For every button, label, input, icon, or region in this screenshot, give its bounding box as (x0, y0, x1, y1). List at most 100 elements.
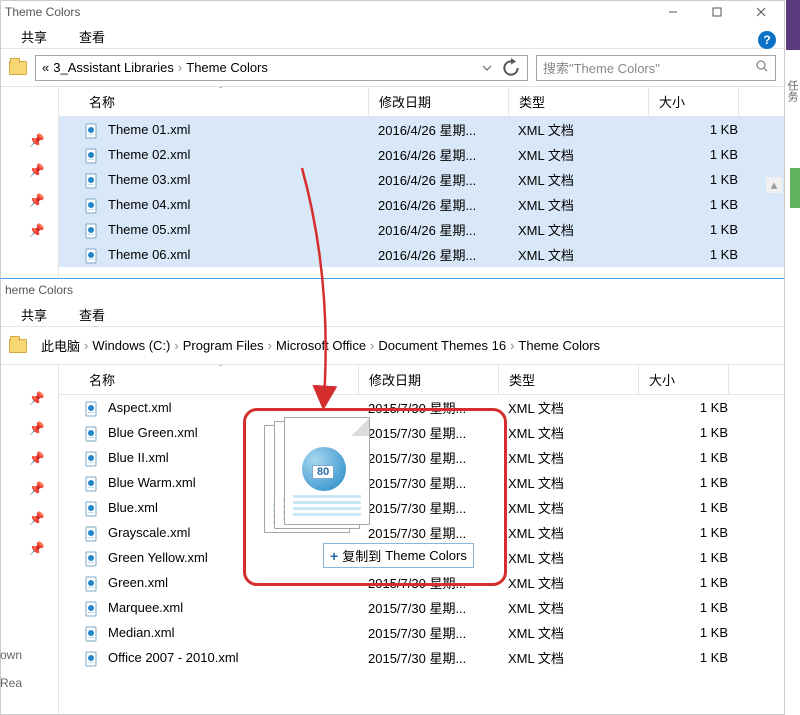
file-size: 1 KB (658, 172, 748, 187)
column-name[interactable]: 名称ˆ (59, 87, 369, 116)
chevron-right-icon[interactable]: › (370, 338, 374, 353)
file-type: XML 文档 (508, 448, 648, 467)
chevron-right-icon[interactable]: › (84, 338, 88, 353)
xml-file-icon (84, 601, 100, 615)
address-toolbar: 此电脑 › Windows (C:) › Program Files › Microsoft… (1, 327, 784, 365)
chevron-right-icon[interactable]: › (510, 338, 514, 353)
help-icon[interactable]: ? (758, 31, 776, 49)
maximize-button[interactable] (698, 2, 736, 22)
chevron-right-icon[interactable]: › (174, 338, 178, 353)
breadcrumb-path[interactable]: 此电脑 › Windows (C:) › Program Files › Microsoft… (35, 333, 776, 359)
column-size[interactable]: 大小 (639, 365, 729, 394)
file-type: XML 文档 (508, 648, 648, 667)
file-row[interactable]: Blue Green.xml2015/7/30 星期...XML 文档1 KB (59, 420, 784, 445)
folder-icon[interactable] (9, 61, 27, 75)
file-name: Aspect.xml (108, 400, 368, 415)
column-type[interactable]: 类型 (509, 87, 649, 116)
scroll-up-icon[interactable]: ▴ (766, 177, 782, 193)
chevron-right-icon[interactable]: › (178, 60, 182, 75)
file-size: 1 KB (648, 625, 738, 640)
refresh-icon[interactable] (501, 58, 521, 78)
file-date: 2016/4/26 星期... (378, 120, 518, 139)
file-row[interactable]: Theme 03.xml2016/4/26 星期...XML 文档1 KB (59, 167, 784, 192)
xml-file-icon (84, 576, 100, 590)
file-row[interactable]: Theme 06.xml2016/4/26 星期...XML 文档1 KB (59, 242, 784, 267)
file-type: XML 文档 (508, 573, 648, 592)
history-dropdown-icon[interactable] (477, 58, 497, 78)
file-size: 1 KB (648, 450, 738, 465)
file-name: Blue.xml (108, 500, 368, 515)
file-name: Theme 04.xml (108, 197, 378, 212)
breadcrumb[interactable]: Microsoft Office (276, 338, 366, 353)
breadcrumb[interactable]: Windows (C:) (92, 338, 170, 353)
close-button[interactable] (742, 2, 780, 22)
xml-file-icon (84, 426, 100, 440)
file-date: 2016/4/26 星期... (378, 195, 518, 214)
pin-icon: 📌 (29, 133, 45, 149)
file-row[interactable]: Blue II.xml2015/7/30 星期...XML 文档1 KB (59, 445, 784, 470)
file-row[interactable]: Theme 02.xml2016/4/26 星期...XML 文档1 KB (59, 142, 784, 167)
address-bar[interactable]: « 3_Assistant Libraries › Theme Colors (35, 55, 528, 81)
breadcrumb[interactable]: Document Themes 16 (378, 338, 506, 353)
xml-file-icon (84, 526, 100, 540)
file-row[interactable]: Grayscale.xml2015/7/30 星期...XML 文档1 KB (59, 520, 784, 545)
file-name: Green.xml (108, 575, 368, 590)
column-date[interactable]: 修改日期 (359, 365, 499, 394)
tab-view[interactable]: 查看 (73, 303, 111, 326)
column-name[interactable]: 名称ˆ (59, 365, 359, 394)
right-green-strip (790, 168, 800, 208)
file-type: XML 文档 (508, 523, 648, 542)
file-date: 2016/4/26 星期... (378, 245, 518, 264)
search-icon[interactable] (755, 59, 769, 76)
file-row[interactable]: Green Yellow.xml2015/7/30 星期...XML 文档1 K… (59, 545, 784, 570)
file-date: 2015/7/30 星期... (368, 623, 508, 642)
xml-file-icon (84, 551, 100, 565)
file-row[interactable]: Theme 05.xml2016/4/26 星期...XML 文档1 KB (59, 217, 784, 242)
breadcrumb[interactable]: Theme Colors (186, 60, 268, 75)
column-type[interactable]: 类型 (499, 365, 639, 394)
window-title: Theme Colors (5, 5, 80, 19)
column-size[interactable]: 大小 (649, 87, 739, 116)
column-headers: 名称ˆ 修改日期 类型 大小 (59, 87, 784, 117)
file-type: XML 文档 (518, 220, 658, 239)
file-date: 2015/7/30 星期... (368, 423, 508, 442)
file-list: 名称ˆ 修改日期 类型 大小 Aspect.xml2015/7/30 星期...… (59, 365, 784, 714)
minimize-button[interactable] (654, 2, 692, 22)
file-row[interactable]: Office 2007 - 2010.xml2015/7/30 星期...XML… (59, 645, 784, 670)
folder-icon[interactable] (9, 339, 27, 353)
quick-access-sidebar: 📌 📌 📌 📌 (1, 87, 59, 280)
breadcrumb[interactable]: 此电脑 (41, 336, 80, 355)
pin-icon: 📌 (29, 451, 45, 467)
file-date: 2015/7/30 星期... (368, 648, 508, 667)
explorer-window-1: Theme Colors 共享 查看 ? « 3_Assistant Libra… (0, 0, 785, 280)
file-name: Theme 02.xml (108, 147, 378, 162)
breadcrumb[interactable]: 3_Assistant Libraries (53, 60, 174, 75)
tab-view[interactable]: 查看 (73, 25, 111, 48)
file-size: 1 KB (648, 525, 738, 540)
chevron-right-icon[interactable]: › (268, 338, 272, 353)
title-bar[interactable]: heme Colors (1, 279, 784, 301)
file-size: 1 KB (648, 400, 738, 415)
file-row[interactable]: Theme 04.xml2016/4/26 星期...XML 文档1 KB (59, 192, 784, 217)
file-row[interactable]: Marquee.xml2015/7/30 星期...XML 文档1 KB (59, 595, 784, 620)
file-date: 2015/7/30 星期... (368, 448, 508, 467)
tab-share[interactable]: 共享 (15, 303, 53, 326)
right-app-strip (786, 0, 800, 50)
pin-icon: 📌 (29, 541, 45, 557)
file-row[interactable]: Aspect.xml2015/7/30 星期...XML 文档1 KB (59, 395, 784, 420)
breadcrumb[interactable]: Theme Colors (518, 338, 600, 353)
file-row[interactable]: Blue.xml2015/7/30 星期...XML 文档1 KB (59, 495, 784, 520)
breadcrumb[interactable]: Program Files (183, 338, 264, 353)
file-row[interactable]: Green.xml2015/7/30 星期...XML 文档1 KB (59, 570, 784, 595)
file-row[interactable]: Median.xml2015/7/30 星期...XML 文档1 KB (59, 620, 784, 645)
tab-share[interactable]: 共享 (15, 25, 53, 48)
column-date[interactable]: 修改日期 (369, 87, 509, 116)
pin-icon: 📌 (29, 193, 45, 209)
title-bar[interactable]: Theme Colors (1, 1, 784, 23)
file-type: XML 文档 (518, 145, 658, 164)
file-row[interactable]: Theme 01.xml2016/4/26 星期...XML 文档1 KB (59, 117, 784, 142)
file-row[interactable]: Blue Warm.xml2015/7/30 星期...XML 文档1 KB (59, 470, 784, 495)
search-box[interactable]: 搜索"Theme Colors" (536, 55, 776, 81)
breadcrumb-prefix[interactable]: « (42, 60, 49, 75)
file-date: 2015/7/30 星期... (368, 573, 508, 592)
